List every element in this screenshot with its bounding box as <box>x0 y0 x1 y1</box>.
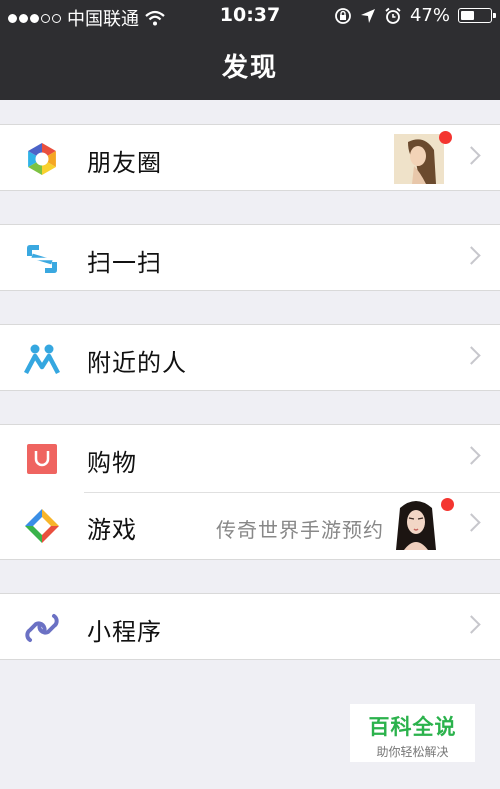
watermark-logo: 百科全说 助你轻松解决 <box>350 704 475 762</box>
menu-item-label: 游戏 <box>87 516 137 544</box>
watermark-title: 百科全说 <box>368 715 457 739</box>
chevron-right-icon <box>462 513 481 532</box>
games-promo-thumbnail <box>392 498 440 550</box>
menu-item-scan[interactable]: 扫一扫 <box>0 224 500 291</box>
rotation-lock-icon <box>335 7 351 24</box>
menu-item-label: 扫一扫 <box>87 249 162 277</box>
alarm-icon <box>385 7 401 24</box>
moments-avatar-thumbnail <box>394 134 444 184</box>
location-arrow-icon <box>360 8 375 23</box>
page-title: 发现 <box>221 53 278 83</box>
people-nearby-icon <box>24 344 60 375</box>
menu-item-people-nearby[interactable]: 附近的人 <box>0 324 500 391</box>
top-bar: 中国联通 10:37 47% 发现 <box>0 0 500 100</box>
menu-item-label: 附近的人 <box>87 349 187 377</box>
battery-icon <box>458 8 496 23</box>
status-right: 47% <box>334 5 496 26</box>
menu-item-label: 购物 <box>87 449 137 477</box>
moments-unread-dot <box>439 131 452 144</box>
chevron-right-icon <box>462 615 481 634</box>
chevron-right-icon <box>462 146 481 165</box>
chevron-right-icon <box>462 446 481 465</box>
watermark-subtitle: 助你轻松解决 <box>376 745 449 759</box>
chevron-right-icon <box>462 246 481 265</box>
battery-percent: 47% <box>409 5 450 26</box>
menu-item-shopping[interactable]: 购物 <box>0 424 500 492</box>
status-bar: 中国联通 10:37 47% <box>0 0 500 32</box>
games-unread-dot <box>441 498 454 511</box>
chevron-right-icon <box>462 346 481 365</box>
shopping-bag-icon <box>27 444 57 474</box>
scan-icon <box>27 245 57 273</box>
menu-item-mini-programs[interactable]: 小程序 <box>0 593 500 660</box>
games-diamond-icon <box>25 509 59 543</box>
menu-item-games[interactable]: 游戏 传奇世界手游预约 <box>0 492 500 560</box>
games-promo-text: 传奇世界手游预约 <box>216 518 384 542</box>
menu-item-moments[interactable]: 朋友圈 <box>0 124 500 191</box>
menu-item-label: 朋友圈 <box>87 149 162 177</box>
mini-programs-icon <box>25 614 59 642</box>
moments-aperture-icon <box>28 143 56 175</box>
menu-item-label: 小程序 <box>87 618 162 646</box>
